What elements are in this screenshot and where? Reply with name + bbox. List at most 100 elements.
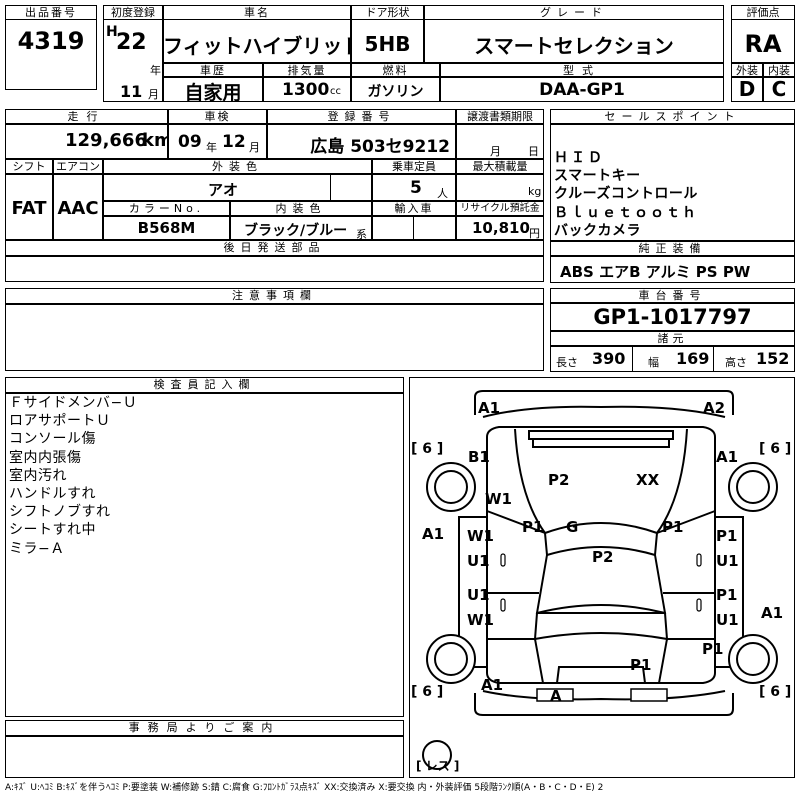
mark-door-fl-1: W1 xyxy=(467,527,494,545)
ac-label: エアコン xyxy=(53,159,103,174)
displacement-unit: cc xyxy=(330,86,341,97)
displacement-label: 排気量 xyxy=(263,63,351,77)
lot-number: 4319 xyxy=(17,27,85,55)
fuel-label: 燃料 xyxy=(351,63,440,77)
shift: FAT xyxy=(11,198,47,219)
length-label: 長さ xyxy=(556,356,578,369)
fuel: ガソリン xyxy=(367,84,424,100)
height-label: 高さ xyxy=(725,356,747,369)
first-registration-label: 初度登録 xyxy=(103,5,163,20)
mark-door-fr-2: U1 xyxy=(716,552,739,570)
mark-windshield: G xyxy=(566,518,579,536)
month-unit: 月 xyxy=(148,88,159,101)
transfer-day-unit: 日 xyxy=(528,145,539,158)
mark-tire-front-left: [ 6 ] xyxy=(411,441,444,457)
mark-door-fr-1: P1 xyxy=(716,527,738,545)
mark-front-left: A1 xyxy=(478,399,501,417)
inspector-note: 室内汚れ xyxy=(9,467,67,484)
mark-side-right: A1 xyxy=(761,604,784,622)
shift-label: シフト xyxy=(5,159,53,174)
door-type: 5HB xyxy=(364,32,411,56)
model-label: 型式 xyxy=(440,63,724,77)
sales-point-item: クルーズコントロール xyxy=(554,186,698,203)
mark-pillar-right: P1 xyxy=(662,518,684,536)
sales-point-item: バックカメラ xyxy=(554,222,641,239)
mark-trunk: P1 xyxy=(630,656,652,674)
recycle-fee: 10,810 xyxy=(472,219,530,237)
sales-point-item: スマートキー xyxy=(554,168,641,185)
mark-tire-front-right: [ 6 ] xyxy=(759,441,792,457)
car-name: フィットハイブリッド xyxy=(163,34,363,58)
score-label: 評価点 xyxy=(731,5,795,20)
mark-spare-tire: [ レス ] xyxy=(416,759,460,773)
office-info-label: 事務局よりご案内 xyxy=(5,720,404,736)
inspector-list: Ｆサイドメンバ−Ｕ ロアサポートＵ コンソール傷 室内内張傷 室内汚れ ハンドル… xyxy=(9,394,399,558)
air-conditioner: AAC xyxy=(57,198,99,219)
exterior-color: アオ xyxy=(207,181,238,199)
color-number: B568M xyxy=(137,219,196,237)
mark-roof: P2 xyxy=(592,548,614,566)
max-load-unit: kg xyxy=(528,185,542,198)
width: 169 xyxy=(676,349,710,368)
inspection-month: 12 xyxy=(222,132,246,152)
chassis-label: 車台番号 xyxy=(550,288,795,303)
exterior-grade: D xyxy=(738,77,756,101)
inspection-month-unit: 月 xyxy=(249,141,260,154)
office-info-box xyxy=(5,736,404,778)
notes-label: 注意事項欄 xyxy=(5,288,544,304)
first-registration-year: 22 xyxy=(116,30,147,55)
inspector-note: 室内内張傷 xyxy=(9,449,82,466)
later-parts-label: 後日発送部品 xyxy=(5,240,544,256)
interior-label: 内装 xyxy=(763,63,795,77)
sales-points-list: ＨＩＤ スマートキー クルーズコントロール Ｂｌｕｅｔｏｏｔｈ バックカメラ xyxy=(554,149,792,240)
mark-door-rr-2: U1 xyxy=(716,611,739,629)
mark-side-left: A1 xyxy=(422,525,445,543)
mark-rear-bumper: A xyxy=(550,687,562,705)
year-unit: 年 xyxy=(150,64,161,77)
recycle-fee-unit: 円 xyxy=(529,227,540,240)
rear-bumper-inner xyxy=(482,690,726,701)
capacity-label: 乗車定員 xyxy=(372,159,456,174)
interior-color-label: 内装色 xyxy=(230,201,372,216)
mark-door-rl-2: W1 xyxy=(467,611,494,629)
plate-number: 広島 503セ9212 xyxy=(310,137,450,157)
inspector-note: ロアサポートＵ xyxy=(9,413,111,430)
rear-window xyxy=(533,604,669,641)
inspection-year: 09 xyxy=(178,132,202,152)
inspector-note: コンソール傷 xyxy=(9,431,96,448)
mark-hood-right: XX xyxy=(636,471,660,489)
capacity: 5 xyxy=(410,178,422,198)
first-registration-month: 11 xyxy=(120,82,143,101)
mileage-label: 走行 xyxy=(5,109,168,124)
exterior-color-label: 外装色 xyxy=(103,159,372,174)
transfer-month-unit: 月 xyxy=(490,145,501,158)
chassis-number: GP1-1017797 xyxy=(593,305,752,329)
displacement: 1300 xyxy=(282,80,330,100)
interior-color: ブラック/ブルー xyxy=(244,223,348,239)
sales-point-item: Ｂｌｕｅｔｏｏｔｈ xyxy=(554,204,698,221)
mark-fender-right: A1 xyxy=(716,448,739,466)
specs-label: 諸元 xyxy=(550,331,795,346)
mark-door-rl-1: U1 xyxy=(467,586,490,604)
interior-grade: C xyxy=(771,77,787,101)
equipment-label: 純正装備 xyxy=(550,241,795,256)
mark-mirror-left: W1 xyxy=(485,490,512,508)
mark-front-right: A2 xyxy=(703,399,726,417)
equipment: ABS エアB アルミ PS PW xyxy=(560,263,751,281)
front-bumper-inner xyxy=(482,405,726,418)
grade: スマートセレクション xyxy=(474,34,674,58)
mark-tire-rear-right: [ 6 ] xyxy=(759,684,792,700)
height: 152 xyxy=(756,349,790,368)
inspector-label: 検査員記入欄 xyxy=(5,377,404,393)
import-label: 輸入車 xyxy=(372,201,456,216)
inspector-note: Ｆサイドメンバ−Ｕ xyxy=(9,395,138,411)
model: DAA-GP1 xyxy=(539,80,625,100)
mileage: 129,666 xyxy=(65,130,147,151)
import-cell xyxy=(372,216,456,240)
later-parts-cell xyxy=(5,256,544,282)
mark-pillar-left: P1 xyxy=(522,518,544,536)
sales-points-label: セールスポイント xyxy=(550,109,795,124)
inspection-year-unit: 年 xyxy=(206,141,217,154)
mark-rear-left: A1 xyxy=(481,676,504,694)
color-number-label: カラーNo. xyxy=(103,201,230,216)
